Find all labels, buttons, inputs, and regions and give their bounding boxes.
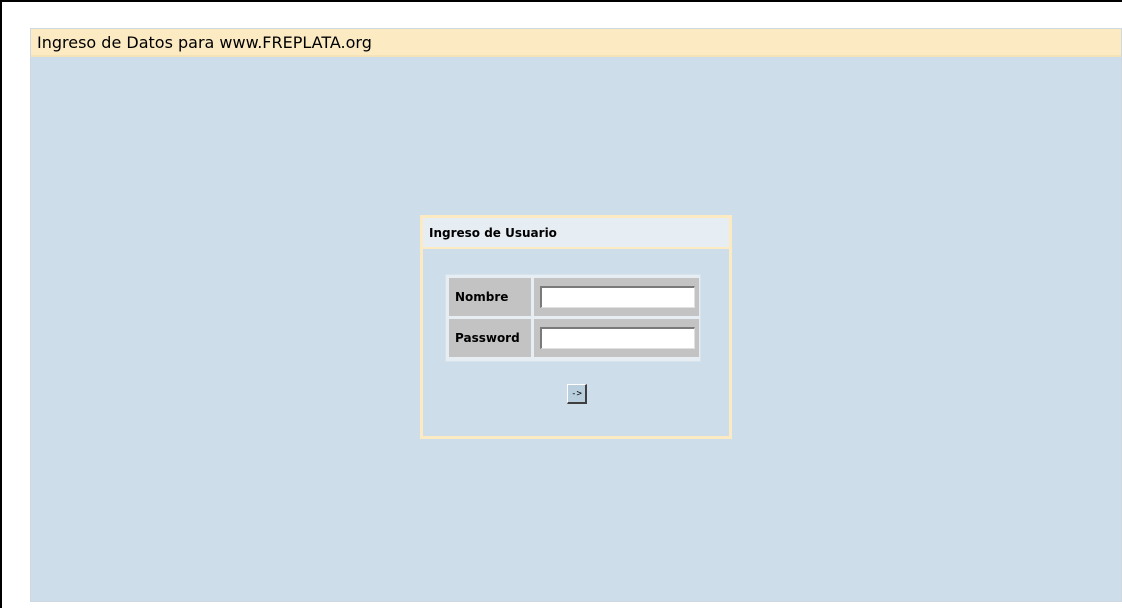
password-input[interactable] bbox=[540, 327, 695, 349]
login-form-table: Nombre Password bbox=[445, 274, 701, 362]
password-label: Password bbox=[449, 319, 531, 357]
password-row: Password bbox=[449, 319, 699, 357]
login-panel: Ingreso de Usuario Nombre Password -> bbox=[420, 215, 732, 439]
page-container: Ingreso de Datos para www.FREPLATA.org I… bbox=[30, 28, 1122, 602]
browser-frame: Ingreso de Datos para www.FREPLATA.org I… bbox=[0, 0, 1122, 608]
username-input-cell bbox=[534, 278, 699, 316]
password-input-cell bbox=[534, 319, 699, 357]
username-input[interactable] bbox=[540, 286, 695, 308]
submit-button[interactable]: -> bbox=[567, 384, 587, 404]
page-title: Ingreso de Datos para www.FREPLATA.org bbox=[31, 29, 1121, 57]
username-row: Nombre bbox=[449, 278, 699, 316]
username-label: Nombre bbox=[449, 278, 531, 316]
login-panel-title: Ingreso de Usuario bbox=[423, 218, 729, 249]
